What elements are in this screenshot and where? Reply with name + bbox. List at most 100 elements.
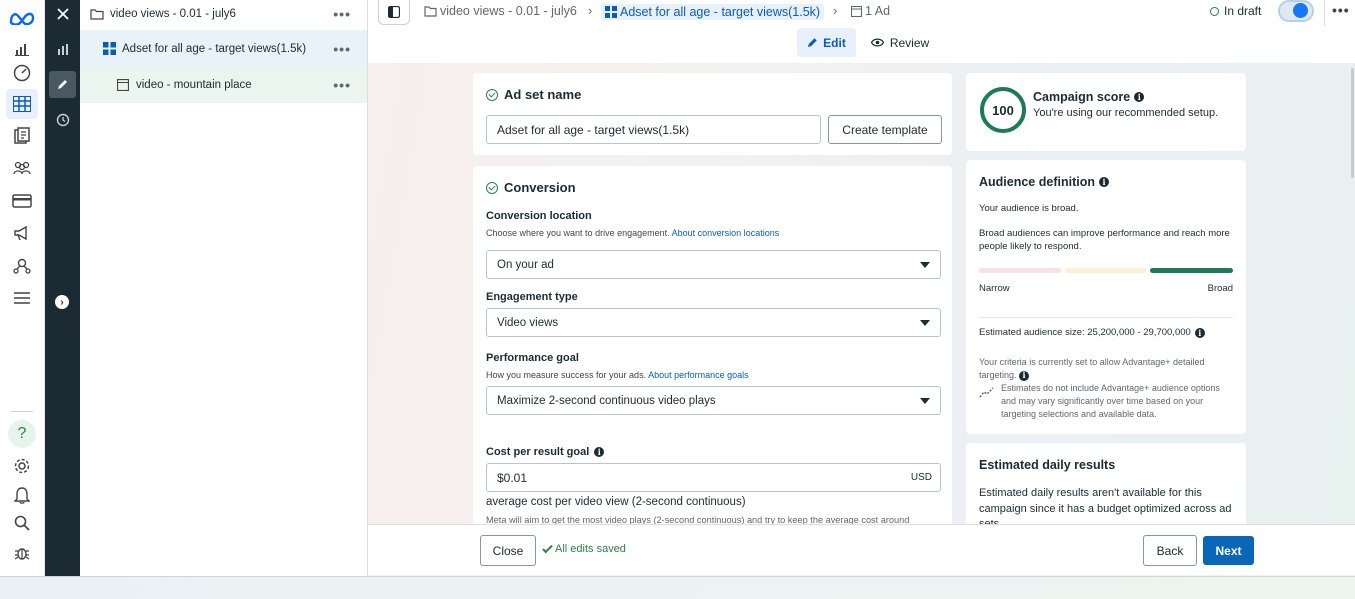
engagement-type-select[interactable]: Video views	[486, 308, 941, 337]
field-label-text: Cost per result goal	[486, 446, 590, 458]
back-button[interactable]: Back	[1143, 535, 1197, 566]
help-icon[interactable]: ?	[8, 420, 36, 448]
eye-icon	[870, 38, 884, 47]
audience-broad-desc: Broad audiences can improve performance …	[979, 228, 1230, 252]
history-clock-icon[interactable]	[51, 108, 74, 131]
input-value: $0.01	[497, 470, 528, 485]
ad-icon	[851, 5, 862, 17]
dropdown-caret-icon	[920, 320, 930, 326]
expand-chevron-icon[interactable]: ›	[55, 295, 69, 309]
tree-item-label: video views - 0.01 - july6	[110, 8, 236, 20]
save-status: All edits saved	[542, 542, 626, 555]
adset-grid-icon	[103, 42, 116, 55]
criteria-text: Your criteria is currently set to allow …	[979, 357, 1205, 380]
create-template-button[interactable]: Create template	[828, 115, 942, 144]
chart-icon[interactable]	[51, 37, 74, 60]
campaign-score-card: 100 Campaign score i You're using our re…	[966, 73, 1246, 151]
campaigns-table-icon[interactable]	[6, 89, 38, 119]
about-performance-goals-link[interactable]: About performance goals	[648, 370, 749, 380]
cost-per-result-label: Cost per result goal i	[486, 446, 605, 458]
info-icon[interactable]: i	[1194, 327, 1205, 338]
rail-divider	[11, 411, 33, 412]
tree-item-campaign[interactable]: video views - 0.01 - july6 •••	[80, 0, 367, 28]
next-button[interactable]: Next	[1203, 536, 1254, 565]
edit-pencil-icon	[808, 38, 817, 47]
settings-gear-icon[interactable]	[10, 454, 34, 478]
breadcrumb-ad[interactable]: 1 Ad	[851, 4, 890, 18]
folder-icon	[90, 8, 104, 20]
select-value: Video views	[497, 316, 559, 329]
conversion-location-select[interactable]: On your ad	[486, 250, 941, 279]
audiences-icon[interactable]	[10, 156, 34, 180]
meter-broad-label: Broad	[1207, 283, 1233, 294]
info-icon[interactable]: i	[1098, 177, 1109, 187]
currency-label: USD	[910, 472, 932, 483]
title-text: Campaign score	[1033, 90, 1131, 104]
audience-size: Estimated audience size: 25,200,000 - 29…	[979, 327, 1205, 338]
toggle-panel-button[interactable]	[378, 0, 410, 25]
more-options-icon[interactable]: •••	[1332, 2, 1350, 18]
info-icon[interactable]: i	[594, 447, 605, 457]
close-icon[interactable]	[51, 2, 74, 25]
edit-pencil-icon[interactable]	[49, 71, 76, 98]
info-icon[interactable]: i	[1019, 370, 1030, 381]
meter-broad-segment	[1150, 268, 1233, 273]
audience-title: Audience definition i	[979, 175, 1109, 189]
top-bar: video views - 0.01 - july6 › Adset for a…	[368, 0, 1355, 63]
breadcrumb-label: Adset for all age - target views(1.5k)	[620, 5, 821, 19]
bug-report-icon[interactable]	[10, 541, 34, 565]
card-heading: Ad set name	[486, 87, 581, 102]
tree-item-label: Adset for all age - target views(1.5k)	[122, 42, 307, 55]
sidebar-panel-icon	[388, 6, 400, 18]
search-icon[interactable]	[10, 511, 34, 535]
conversion-location-label: Conversion location	[486, 210, 592, 222]
audience-criteria: Your criteria is currently set to allow …	[979, 356, 1237, 382]
daily-results-desc: Estimated daily results aren't available…	[979, 487, 1232, 524]
about-conversion-locations-link[interactable]: About conversion locations	[672, 228, 780, 238]
adset-name-title: Ad set name	[504, 87, 582, 102]
tab-edit[interactable]: Edit	[797, 28, 856, 57]
tree-item-adset[interactable]: Adset for all age - target views(1.5k) •…	[80, 30, 367, 67]
performance-goal-label: Performance goal	[486, 352, 579, 364]
reports-icon[interactable]	[10, 124, 34, 148]
daily-results-title: Estimated daily results	[979, 458, 1116, 472]
cost-per-result-input[interactable]: $0.01 USD	[486, 463, 941, 492]
dropdown-caret-icon	[920, 262, 930, 268]
meter-narrow-segment	[979, 268, 1061, 273]
breadcrumb-campaign[interactable]: video views - 0.01 - july6	[424, 4, 577, 18]
complete-check-icon	[486, 181, 498, 194]
meter-mid-segment	[1065, 268, 1147, 273]
more-options-icon[interactable]: •••	[333, 6, 351, 22]
help-text: Choose where you want to drive engagemen…	[486, 228, 670, 238]
tab-label: Edit	[823, 35, 846, 50]
all-tools-menu-icon[interactable]	[10, 286, 34, 310]
info-icon[interactable]: i	[1134, 92, 1145, 102]
folder-icon	[424, 5, 437, 17]
adset-name-input[interactable]: Adset for all age - target views(1.5k)	[486, 115, 821, 144]
close-button[interactable]: Close	[480, 535, 536, 566]
tree-item-label: video - mountain place	[136, 79, 252, 91]
draft-status-label: In draft	[1224, 4, 1262, 18]
dashboard-gauge-icon[interactable]	[10, 61, 34, 85]
conversion-card: Conversion Conversion location Choose wh…	[473, 166, 952, 524]
more-options-icon[interactable]: •••	[333, 41, 351, 57]
notifications-bell-icon[interactable]	[10, 483, 34, 507]
megaphone-icon[interactable]	[10, 221, 34, 245]
save-status-label: All edits saved	[555, 543, 626, 555]
breadcrumb-adset[interactable]: Adset for all age - target views(1.5k)	[601, 4, 825, 20]
cost-sub-text: average cost per video view (2-second co…	[486, 496, 746, 508]
analytics-icon[interactable]	[10, 37, 34, 61]
events-manager-icon[interactable]	[10, 254, 34, 278]
tree-item-ad[interactable]: video - mountain place •••	[80, 67, 367, 103]
campaign-score-desc: You're using our recommended setup.	[1033, 107, 1219, 119]
audience-size-text: Estimated audience size: 25,200,000 - 29…	[979, 327, 1191, 338]
meta-logo-icon[interactable]	[8, 6, 36, 30]
score-ring: 100	[980, 87, 1026, 133]
global-nav-rail: ?	[0, 0, 45, 576]
more-options-icon[interactable]: •••	[333, 77, 351, 93]
content-scrollbar[interactable]	[1351, 68, 1354, 178]
editor-footer: Close All edits saved Back Next	[368, 524, 1355, 575]
tab-review[interactable]: Review	[870, 28, 930, 57]
billing-card-icon[interactable]	[10, 189, 34, 213]
performance-goal-select[interactable]: Maximize 2-second continuous video plays	[486, 386, 941, 415]
